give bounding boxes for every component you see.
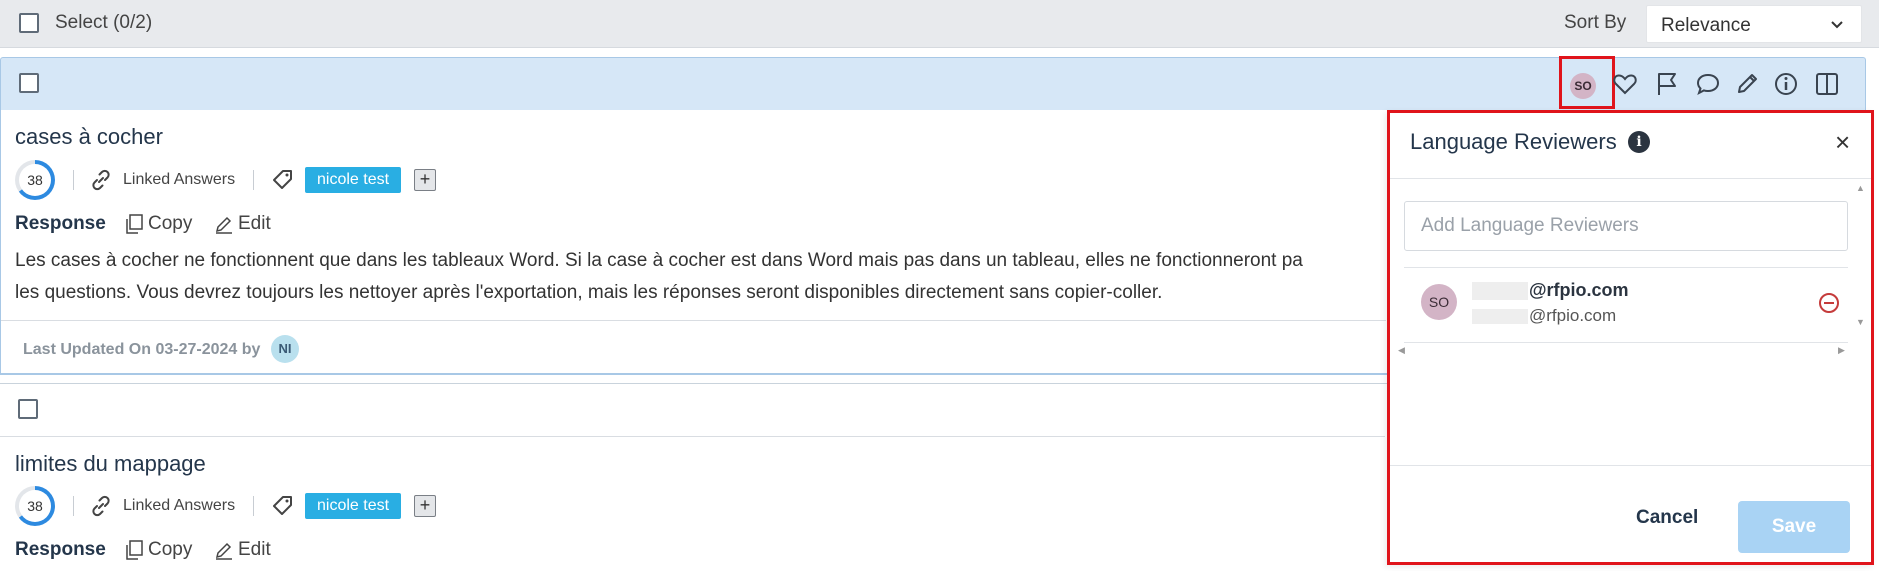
edit-button[interactable]: Edit [238,539,271,561]
heart-icon[interactable] [1611,70,1639,98]
panel-footer-divider [1390,465,1871,466]
copy-icon [126,214,143,234]
close-icon[interactable]: × [1835,129,1850,155]
separator [253,170,254,190]
reviewer-email-sub: @rfpio.com [1529,306,1617,325]
card-header-divider [0,436,1385,437]
tag-chip[interactable]: nicole test [305,493,402,519]
select-count-label: Select (0/2) [55,12,153,33]
card-checkbox[interactable] [19,73,39,93]
updated-by-avatar[interactable]: NI [271,335,299,363]
response-label: Response [15,213,106,234]
response-text-line-2: les questions. Vous devrez toujours les … [15,282,1163,303]
reviewer-avatar: SO [1421,284,1457,320]
chevron-down-icon [1831,21,1843,29]
sort-value: Relevance [1661,15,1751,36]
top-bar: Select (0/2) Sort By Relevance [0,0,1879,48]
edit-button[interactable]: Edit [238,213,271,235]
info-icon[interactable]: i [1628,131,1650,153]
score-value: 38 [19,490,51,522]
sort-select[interactable]: Relevance [1646,5,1862,43]
response-text-line-1: Les cases à cocher ne fonctionnent que d… [15,250,1303,271]
link-icon [92,169,110,191]
add-tag-button[interactable]: + [414,169,436,191]
separator [73,170,74,190]
scroll-down-arrow[interactable]: ▼ [1856,317,1865,327]
panel-title: Language Reviewers [1410,129,1617,154]
list-top-border [1404,267,1848,268]
edit-icon [215,216,232,234]
remove-reviewer-icon[interactable] [1819,293,1839,313]
cancel-button[interactable]: Cancel [1636,507,1698,529]
tag-icon [273,496,292,515]
list-bottom-border [1404,342,1848,343]
select-all-checkbox[interactable] [19,13,39,33]
scroll-up-arrow[interactable]: ▲ [1856,183,1865,193]
score-value: 38 [19,164,51,196]
card-title[interactable]: cases à cocher [15,124,163,150]
response-label: Response [15,539,106,560]
score-ring: 38 [15,486,55,526]
tag-chip[interactable]: nicole test [305,167,402,193]
redacted-text [1472,309,1528,324]
scroll-left-arrow[interactable]: ◀ [1398,345,1405,356]
copy-button[interactable]: Copy [148,213,192,235]
highlight-box [1559,56,1615,109]
card-title[interactable]: limites du mappage [15,451,206,477]
link-icon [92,495,110,517]
scroll-right-arrow[interactable]: ▶ [1838,345,1845,356]
copy-button[interactable]: Copy [148,539,192,561]
sort-by-label: Sort By [1564,12,1627,33]
linked-answers-link[interactable]: Linked Answers [123,497,235,515]
separator [253,496,254,516]
last-updated-label: Last Updated On 03-27-2024 by [23,341,261,358]
score-ring: 38 [15,160,55,200]
flag-icon[interactable] [1653,70,1681,98]
info-icon[interactable] [1772,70,1800,98]
columns-icon[interactable] [1813,70,1841,98]
linked-answers-link[interactable]: Linked Answers [123,171,235,189]
comment-icon[interactable] [1694,70,1722,98]
add-reviewers-input[interactable] [1404,201,1848,251]
separator [73,496,74,516]
language-reviewers-panel: Language Reviewers i × ▲ SO @rfpio.com @… [1387,110,1874,565]
reviewer-email: @rfpio.com [1529,280,1629,300]
card-checkbox[interactable] [18,399,38,419]
add-tag-button[interactable]: + [414,495,436,517]
pencil-icon[interactable] [1733,70,1761,98]
copy-icon [126,540,143,560]
card-footer-divider [1,320,1386,321]
save-button[interactable]: Save [1738,501,1850,553]
edit-icon [215,542,232,560]
tag-icon [273,170,292,189]
redacted-text [1472,282,1528,300]
panel-divider [1390,178,1871,179]
